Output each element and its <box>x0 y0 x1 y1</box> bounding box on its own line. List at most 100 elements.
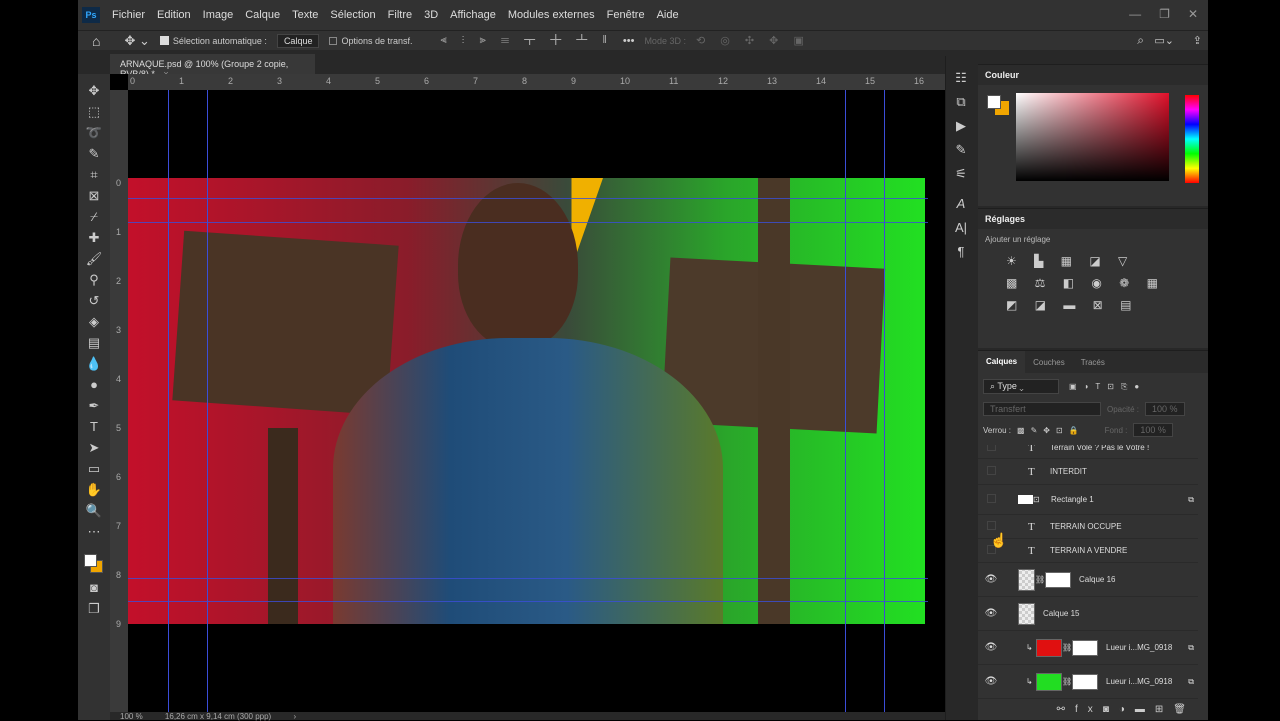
path-select-icon[interactable]: ➤ <box>84 439 104 457</box>
menu-fichier[interactable]: Fichier <box>106 9 151 21</box>
layer-row[interactable]: T INTERDIT <box>978 459 1198 485</box>
eyedropper-icon[interactable]: ⌿ <box>84 208 104 226</box>
gradient-tool-icon[interactable]: ▤ <box>84 334 104 352</box>
panel-swatch-fg[interactable] <box>987 95 1001 109</box>
adjustment-layer-icon[interactable]: ◑ <box>1119 704 1135 715</box>
blur-tool-icon[interactable]: 💧 <box>84 355 104 373</box>
layer-row[interactable]: T Terrain Volé ? Pas le Vôtre ! <box>978 445 1198 459</box>
history-icon[interactable]: ⧉ <box>946 90 976 114</box>
menu-fenetre[interactable]: Fenêtre <box>601 9 651 21</box>
eye-icon[interactable]: 👁 <box>978 676 1004 687</box>
menu-filtre[interactable]: Filtre <box>382 9 418 21</box>
menu-3d[interactable]: 3D <box>418 9 444 21</box>
layer-row[interactable]: 👁 ⛓ Calque 16 <box>978 563 1198 597</box>
guide-horizontal[interactable] <box>128 578 928 579</box>
menu-calque[interactable]: Calque <box>239 9 286 21</box>
guide-vertical[interactable] <box>168 90 169 720</box>
menu-affichage[interactable]: Affichage <box>444 9 502 21</box>
visibility-toggle[interactable] <box>978 520 1004 533</box>
marquee-tool-icon[interactable]: ⬚ <box>84 103 104 121</box>
guide-vertical[interactable] <box>884 90 885 720</box>
minimize-button[interactable]: — <box>1129 7 1141 21</box>
zoom-tool-icon[interactable]: 🔍 <box>84 502 104 520</box>
hand-tool-icon[interactable]: ✋ <box>84 481 104 499</box>
canvas-area[interactable]: 0 1 2 3 4 5 6 7 8 9 10 11 12 13 14 15 16 0123456789 <box>110 74 945 714</box>
move-tool-icon[interactable]: ✥ <box>84 82 104 100</box>
link-icon[interactable]: ⚯ <box>1057 704 1075 715</box>
hue-slider[interactable] <box>1185 95 1199 183</box>
guide-vertical[interactable] <box>845 90 846 720</box>
move-tool-icon[interactable]: ✥ ⌄ <box>124 33 149 49</box>
layer-row[interactable]: T TERRAIN A VENDRE <box>978 539 1198 563</box>
paragraph-icon[interactable]: ¶ <box>946 240 976 264</box>
share-icon[interactable]: ⇪ <box>1193 34 1202 47</box>
guide-horizontal[interactable] <box>128 198 928 199</box>
tab-couches[interactable]: Couches <box>1025 358 1073 367</box>
lasso-tool-icon[interactable]: ➰ <box>84 124 104 142</box>
maximize-button[interactable]: ❐ <box>1159 7 1170 21</box>
group-icon[interactable]: ▬ <box>1135 704 1155 715</box>
menu-selection[interactable]: Sélection <box>324 9 381 21</box>
search-icon[interactable]: ⌕ <box>1137 33 1144 48</box>
eye-icon[interactable]: 👁 <box>978 574 1004 585</box>
workspace-icon[interactable]: ▭⌄ <box>1154 34 1174 47</box>
eye-icon[interactable]: 👁 <box>978 608 1004 619</box>
auto-select-checkbox[interactable] <box>159 36 169 45</box>
layer-row[interactable]: 👁 ↳ ⛓ Lueur i...MG_0918 ⧉ <box>978 665 1198 699</box>
visibility-toggle[interactable] <box>978 465 1004 478</box>
screen-mode-icon[interactable]: ❐ <box>84 600 104 618</box>
layer-row[interactable]: ⊡ Rectangle 1 ⧉ <box>978 485 1198 515</box>
quick-select-icon[interactable]: ✎ <box>84 145 104 163</box>
color-swatches[interactable] <box>82 550 106 576</box>
crop-tool-icon[interactable]: ⌗ <box>84 166 104 184</box>
layer-row[interactable]: 👁 Calque 15 <box>978 597 1198 631</box>
brush-settings-icon[interactable]: ✎ <box>946 138 976 162</box>
frame-tool-icon[interactable]: ⊠ <box>84 187 104 205</box>
tab-traces[interactable]: Tracés <box>1073 358 1113 367</box>
auto-select-dropdown[interactable]: Calque <box>276 33 320 48</box>
quick-mask-icon[interactable]: ◙ <box>84 579 104 597</box>
fill-input[interactable]: 100 % <box>1133 423 1173 437</box>
visibility-toggle[interactable] <box>978 445 1004 454</box>
history-brush-icon[interactable]: ↺ <box>84 292 104 310</box>
filter-icons[interactable]: ▣◑T⊡⎘● <box>1069 382 1146 392</box>
align-icons[interactable]: ⫷ ⫶ ⫸ ☰ ┳ ╋ ┻ ‖ <box>441 34 613 47</box>
eye-icon[interactable]: 👁 <box>978 642 1004 653</box>
layer-row[interactable]: 👁 ↳ ⛓ Lueur i...MG_0918 ⧉ <box>978 631 1198 665</box>
mask-icon[interactable]: ◙ <box>1103 704 1119 715</box>
blend-mode-dropdown[interactable]: Transfert <box>983 402 1101 416</box>
opacity-input[interactable]: 100 % <box>1145 402 1185 416</box>
foreground-color-swatch[interactable] <box>84 554 97 567</box>
color-picker-field[interactable] <box>1016 93 1169 181</box>
new-layer-icon[interactable]: ⊞ <box>1155 704 1173 715</box>
character-styles-icon[interactable]: A| <box>946 216 976 240</box>
eraser-icon[interactable]: ◈ <box>84 313 104 331</box>
brush-tool-icon[interactable]: 🖌 <box>84 250 104 268</box>
character-icon[interactable]: A <box>946 192 976 216</box>
menu-modules[interactable]: Modules externes <box>502 9 601 21</box>
menu-texte[interactable]: Texte <box>286 9 324 21</box>
type-tool-icon[interactable]: T <box>84 418 104 436</box>
pen-tool-icon[interactable]: ✒ <box>84 397 104 415</box>
rectangle-tool-icon[interactable]: ▭ <box>84 460 104 478</box>
more-button[interactable]: ••• <box>623 35 635 47</box>
healing-brush-icon[interactable]: ✚ <box>84 229 104 247</box>
guide-horizontal[interactable] <box>128 601 928 602</box>
document-image[interactable] <box>128 178 925 624</box>
visibility-toggle[interactable] <box>978 493 1004 506</box>
guide-horizontal[interactable] <box>128 222 928 223</box>
close-button[interactable]: ✕ <box>1188 7 1198 21</box>
layer-filter-dropdown[interactable]: ⌕ Type ⌄ <box>983 379 1059 394</box>
guide-vertical[interactable] <box>207 90 208 720</box>
adjustment-icons[interactable]: ☀ ▙ ▦ ◪ ▽ ▩ ⚖ ◧ ◉ ❁ ▦ ◩ ◪ ▬ ⊠ ▤ <box>978 250 1208 316</box>
actions-play-icon[interactable]: ▶ <box>946 114 976 138</box>
home-icon[interactable]: ⌂ <box>92 33 100 49</box>
tab-calques[interactable]: Calques <box>978 351 1026 373</box>
more-tools-icon[interactable]: ⋯ <box>84 523 104 541</box>
menu-aide[interactable]: Aide <box>651 9 685 21</box>
dodge-tool-icon[interactable]: ● <box>84 376 104 394</box>
fx-icon[interactable]: fx <box>1075 704 1103 715</box>
menu-edition[interactable]: Edition <box>151 9 197 21</box>
adjustments-sliders-icon[interactable]: ⚟ <box>946 162 976 186</box>
transform-checkbox[interactable] <box>329 36 338 45</box>
